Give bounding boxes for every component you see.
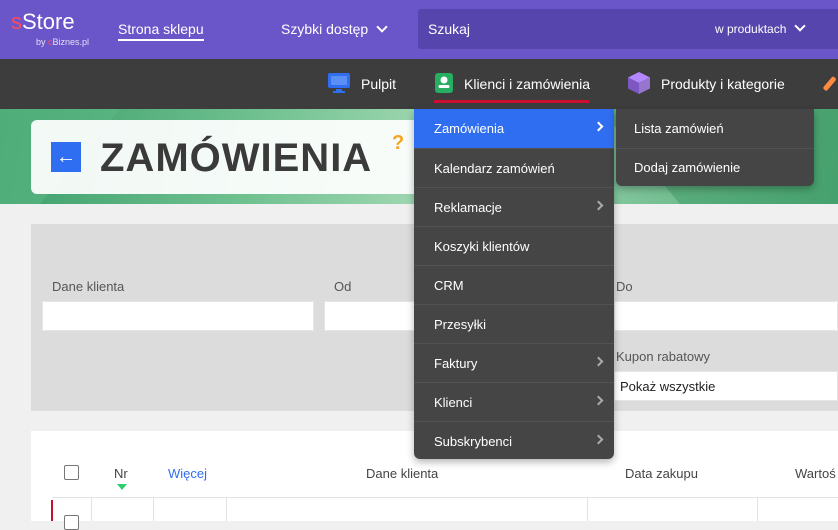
column-separator bbox=[153, 497, 154, 521]
page-title: ZAMÓWIENIA bbox=[100, 136, 373, 180]
row-status-marker bbox=[51, 500, 53, 521]
column-header-client-data[interactable]: Dane klienta bbox=[366, 466, 438, 481]
chevron-right-icon bbox=[593, 434, 604, 445]
client-data-input[interactable] bbox=[42, 301, 314, 331]
contacts-icon bbox=[434, 72, 454, 97]
nav-active-indicator bbox=[434, 100, 589, 103]
date-to-label: Do bbox=[616, 279, 633, 294]
help-icon[interactable]: ? bbox=[392, 132, 404, 155]
column-header-purchase-date[interactable]: Data zakupu bbox=[625, 466, 698, 481]
monitor-icon bbox=[327, 72, 351, 97]
top-bar: sStore by cBiznes.pl Strona sklepu Szybk… bbox=[0, 0, 838, 59]
column-separator bbox=[91, 497, 92, 521]
orders-submenu: Lista zamówień Dodaj zamówienie bbox=[616, 109, 814, 186]
nav-item-label: Pulpit bbox=[361, 76, 397, 92]
submenu-item-add-order[interactable]: Dodaj zamówienie bbox=[616, 148, 814, 186]
column-separator bbox=[587, 497, 588, 521]
sort-desc-icon bbox=[117, 484, 127, 490]
menu-item-shipments[interactable]: Przesyłki bbox=[414, 304, 614, 343]
search-input[interactable]: Szukaj bbox=[428, 21, 470, 37]
menu-item-clients[interactable]: Klienci bbox=[414, 382, 614, 421]
menu-item-orders[interactable]: Zamówienia bbox=[414, 109, 614, 148]
chevron-right-icon bbox=[593, 200, 604, 211]
table-row-separator bbox=[52, 497, 838, 498]
back-button[interactable]: ← bbox=[51, 142, 81, 172]
nav-item-label: Produkty i kategorie bbox=[661, 76, 785, 92]
clients-orders-dropdown: Zamówienia Kalendarz zamówień Reklamacje… bbox=[414, 109, 614, 459]
menu-item-crm[interactable]: CRM bbox=[414, 265, 614, 304]
column-separator bbox=[757, 497, 758, 521]
menu-item-subscribers[interactable]: Subskrybenci bbox=[414, 421, 614, 460]
submenu-item-order-list[interactable]: Lista zamówień bbox=[616, 109, 814, 147]
nav-item-label: Klienci i zamówienia bbox=[464, 76, 591, 92]
column-header-value[interactable]: Wartoś bbox=[795, 466, 836, 481]
tools-icon[interactable] bbox=[820, 59, 838, 109]
logo-byline: by cBiznes.pl bbox=[36, 37, 90, 47]
chevron-down-icon bbox=[794, 20, 807, 32]
chevron-right-icon bbox=[593, 121, 604, 132]
coupon-select-value: Pokaż wszystkie bbox=[620, 379, 716, 394]
nav-item-dashboard[interactable]: Pulpit bbox=[327, 59, 396, 109]
chevron-right-icon bbox=[593, 395, 604, 406]
date-from-label: Od bbox=[334, 279, 352, 294]
row-checkbox[interactable] bbox=[64, 515, 79, 530]
date-from-input[interactable] bbox=[324, 301, 424, 331]
menu-item-carts[interactable]: Koszyki klientów bbox=[414, 226, 614, 265]
column-header-more[interactable]: Więcej bbox=[168, 466, 207, 481]
chevron-down-icon bbox=[376, 21, 388, 33]
nav-item-products-categories[interactable]: Produkty i kategorie bbox=[627, 59, 785, 109]
date-to-input[interactable] bbox=[614, 301, 838, 331]
column-header-nr[interactable]: Nr bbox=[114, 466, 128, 481]
search-scope-select[interactable]: w produktach bbox=[715, 20, 807, 36]
coupon-label: Kupon rabatowy bbox=[616, 349, 710, 364]
menu-item-complaints[interactable]: Reklamacje bbox=[414, 187, 614, 226]
search-box[interactable]: Szukaj w produktach bbox=[418, 9, 838, 49]
client-data-label: Dane klienta bbox=[52, 279, 125, 294]
logo[interactable]: sStore bbox=[11, 9, 75, 35]
quick-access-dropdown[interactable]: Szybki dostęp bbox=[281, 21, 388, 37]
main-nav: Pulpit Klienci i zamówienia Produkty i k… bbox=[0, 59, 838, 109]
store-link[interactable]: Strona sklepu bbox=[118, 21, 204, 41]
select-all-checkbox[interactable] bbox=[64, 465, 79, 480]
box-icon bbox=[627, 71, 651, 98]
menu-item-invoices[interactable]: Faktury bbox=[414, 343, 614, 382]
chevron-right-icon bbox=[593, 356, 604, 367]
column-separator bbox=[226, 497, 227, 521]
quick-access-label: Szybki dostęp bbox=[281, 21, 369, 37]
menu-item-orders-calendar[interactable]: Kalendarz zamówień bbox=[414, 148, 614, 187]
